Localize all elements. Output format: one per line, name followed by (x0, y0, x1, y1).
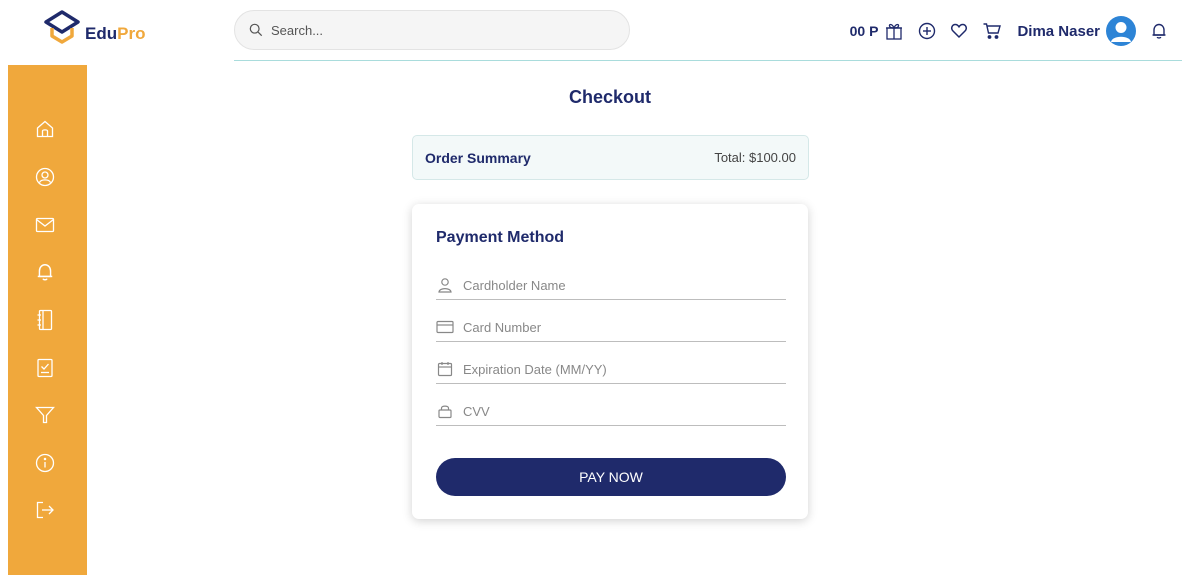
card-number-field[interactable] (436, 313, 786, 342)
info-icon[interactable] (34, 452, 56, 474)
order-total: Total: $100.00 (714, 150, 796, 165)
cardholder-field[interactable] (436, 271, 786, 300)
bell-icon[interactable] (34, 261, 56, 283)
order-summary-title: Order Summary (425, 149, 531, 166)
cart-icon[interactable] (982, 21, 1002, 41)
payment-card: Payment Method Cardholder Name Card Numb… (412, 204, 808, 519)
heart-icon[interactable] (950, 22, 968, 40)
avatar[interactable] (1106, 16, 1136, 46)
bell-icon[interactable] (1150, 22, 1168, 40)
user-name[interactable]: Dima Naser (1017, 23, 1100, 40)
user-icon (436, 277, 454, 293)
cardholder-name-input[interactable] (461, 276, 785, 294)
page-title: Checkout (568, 87, 651, 107)
pay-now-button[interactable]: PAY NOW (436, 458, 786, 496)
card-number-input[interactable] (461, 318, 785, 336)
logo-text: EduPro (85, 24, 146, 43)
cvv-input[interactable] (461, 402, 785, 420)
search-icon (249, 23, 263, 37)
order-summary: Order Summary Total: $100.00 (412, 135, 809, 180)
notebook-icon[interactable] (34, 309, 56, 331)
checklist-icon[interactable] (34, 357, 56, 379)
gift-icon[interactable] (884, 21, 904, 41)
sidebar (8, 65, 87, 575)
user-icon[interactable] (34, 166, 56, 188)
header-actions: 00 P Dima Naser (850, 16, 1168, 46)
filter-icon[interactable] (34, 404, 56, 426)
mail-icon[interactable] (34, 214, 56, 236)
cvv-field[interactable] (436, 397, 786, 426)
expiration-date-input[interactable] (461, 360, 785, 378)
points-counter: 00 P (849, 23, 879, 39)
logout-icon[interactable] (34, 499, 56, 521)
plus-circle-icon[interactable] (918, 22, 936, 40)
home-icon[interactable] (34, 118, 56, 140)
payment-method-title: Payment Method (436, 229, 565, 246)
search-bar[interactable] (234, 10, 630, 50)
search-input[interactable] (269, 21, 593, 39)
expiration-field[interactable] (436, 355, 786, 384)
logo-icon (44, 10, 80, 44)
calendar-icon (436, 361, 454, 377)
header-divider (234, 60, 1182, 61)
logo[interactable]: EduPro (42, 9, 145, 45)
lock-icon (436, 403, 454, 419)
credit-card-icon (436, 320, 454, 334)
